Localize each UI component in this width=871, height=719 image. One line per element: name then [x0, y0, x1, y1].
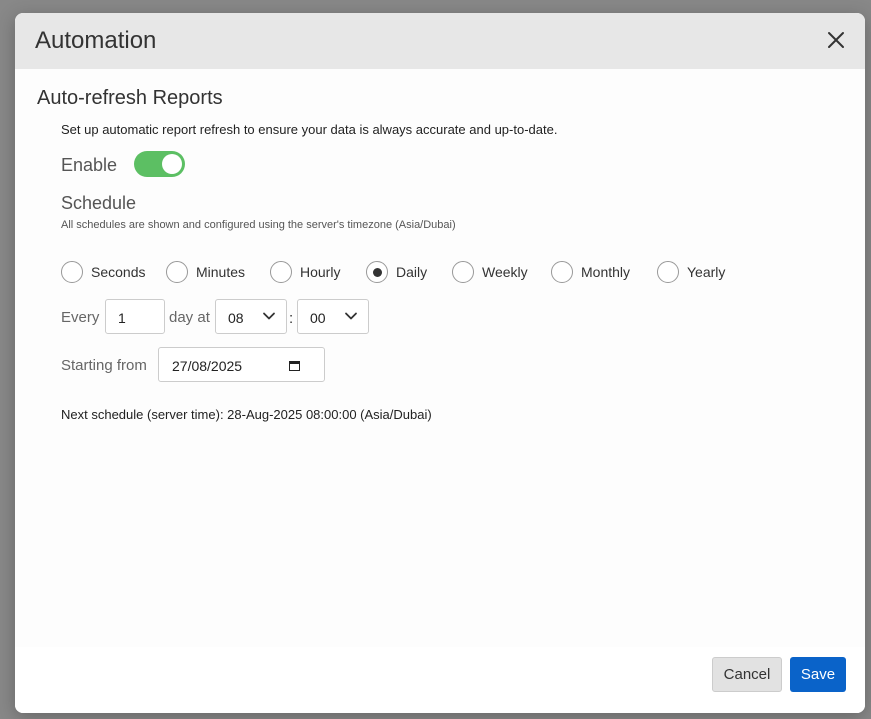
- radio-circle: [551, 261, 573, 283]
- radio-circle: [452, 261, 474, 283]
- dialog-footer: Cancel Save: [15, 647, 865, 713]
- radio-label-seconds: Seconds: [91, 264, 146, 280]
- dialog-title: Automation: [35, 27, 157, 54]
- radio-circle: [166, 261, 188, 283]
- radio-label-weekly: Weekly: [482, 264, 528, 280]
- chevron-down-icon: [263, 312, 275, 320]
- starting-from-label: Starting from: [61, 357, 147, 374]
- enable-label: Enable: [61, 155, 118, 175]
- time-separator: :: [289, 310, 294, 327]
- chevron-down-icon: [345, 312, 357, 320]
- cancel-button[interactable]: Cancel: [712, 657, 782, 692]
- radio-monthly[interactable]: Monthly: [551, 261, 630, 283]
- day-at-label: day at: [169, 309, 210, 326]
- radio-circle: [61, 261, 83, 283]
- timezone-note: All schedules are shown and configured u…: [61, 219, 456, 231]
- radio-seconds[interactable]: Seconds: [61, 261, 145, 283]
- toggle-knob: [162, 154, 182, 174]
- schedule-title: Schedule: [61, 193, 137, 213]
- radio-yearly[interactable]: Yearly: [657, 261, 725, 283]
- radio-hourly[interactable]: Hourly: [270, 261, 340, 283]
- minute-value: 00: [310, 310, 326, 326]
- radio-label-daily: Daily: [396, 264, 428, 280]
- next-schedule-text: Next schedule (server time): 28-Aug-2025…: [61, 407, 432, 422]
- radio-circle: [270, 261, 292, 283]
- start-date-input[interactable]: 27/08/2025: [158, 347, 325, 382]
- close-icon: [828, 32, 844, 48]
- enable-toggle[interactable]: [134, 151, 185, 177]
- hour-select[interactable]: 08: [215, 299, 287, 334]
- radio-minutes[interactable]: Minutes: [166, 261, 245, 283]
- section-description: Set up automatic report refresh to ensur…: [61, 122, 558, 137]
- section-title: Auto-refresh Reports: [37, 87, 223, 109]
- close-button[interactable]: [825, 29, 847, 51]
- minute-select[interactable]: 00: [297, 299, 369, 334]
- radio-label-minutes: Minutes: [196, 264, 246, 280]
- save-button[interactable]: Save: [790, 657, 846, 692]
- radio-label-hourly: Hourly: [300, 264, 341, 280]
- calendar-icon[interactable]: [289, 360, 300, 371]
- every-label: Every: [61, 309, 100, 326]
- radio-weekly[interactable]: Weekly: [452, 261, 528, 283]
- radio-daily[interactable]: Daily: [366, 261, 427, 283]
- radio-circle-checked: [366, 261, 388, 283]
- radio-label-monthly: Monthly: [581, 264, 631, 280]
- interval-input[interactable]: 1: [105, 299, 165, 334]
- dialog-header: Automation: [15, 13, 865, 69]
- radio-label-yearly: Yearly: [687, 264, 726, 280]
- radio-circle: [657, 261, 679, 283]
- hour-value: 08: [228, 310, 244, 326]
- start-date-value: 27/08/2025: [172, 358, 243, 374]
- automation-dialog: Automation Auto-refresh Reports Set up a…: [15, 13, 865, 713]
